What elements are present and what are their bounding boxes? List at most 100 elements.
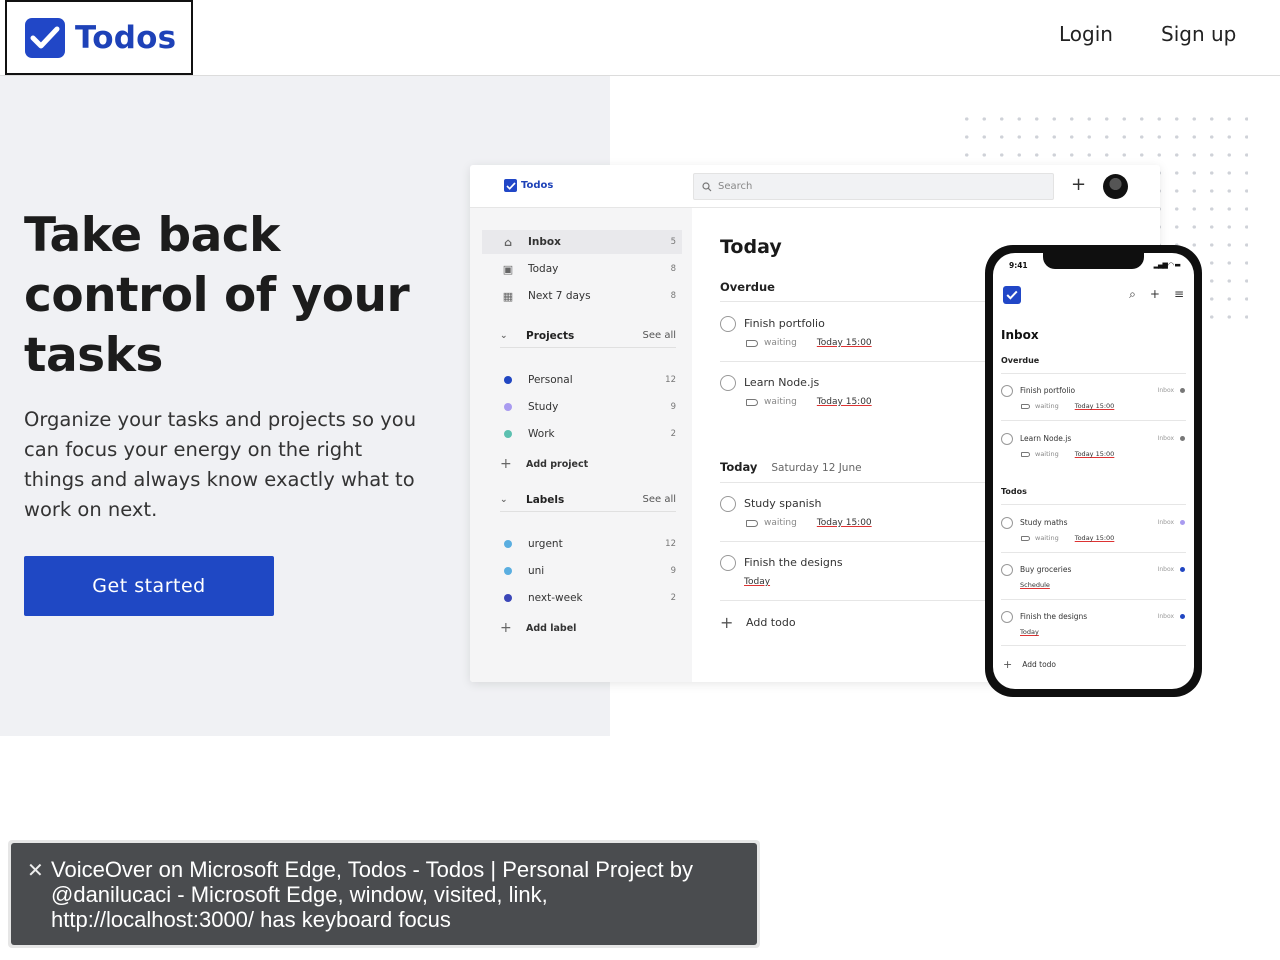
signal-battery-icon: ▂▄▆ ◠ ▬ (1153, 261, 1181, 269)
todo-due: Today 15:00 (816, 338, 872, 348)
todo-project: Inbox (1157, 613, 1174, 620)
sidebar-label-urgent: urgent 12 (482, 532, 682, 556)
get-started-button[interactable]: Get started (24, 556, 274, 616)
label-count: 2 (670, 593, 676, 603)
calendar-icon: ▦ (502, 289, 514, 303)
checkbox-logo-icon (1003, 286, 1021, 304)
sidebar-item-label: Today (528, 263, 559, 275)
todo-due: Today 15:00 (1074, 534, 1115, 542)
todo-label: waiting (764, 338, 797, 348)
projects-heading-label: Projects (526, 329, 575, 342)
mock-logo: Todos (504, 179, 553, 192)
label-count: 12 (665, 539, 676, 549)
login-link[interactable]: Login (1059, 22, 1113, 46)
phone-time: 9:41 (1009, 261, 1028, 270)
chevron-down-icon: ⌄ (500, 494, 508, 505)
add-project-label: Add project (526, 458, 589, 470)
mock-page-title: Today (720, 236, 782, 258)
mock-search-input: Search (693, 173, 1054, 200)
project-count: 2 (670, 429, 676, 439)
sidebar-project-personal: Personal 12 (482, 368, 682, 392)
add-todo: + Add todo (720, 613, 796, 632)
home-icon: ⌂ (504, 235, 512, 249)
labels-heading-label: Labels (526, 493, 565, 506)
todo-due: Schedule (1020, 581, 1050, 589)
todo-checkbox (1001, 611, 1013, 623)
todo-due: Today (1020, 628, 1039, 636)
hero-title: Take back control of your tasks (24, 208, 410, 383)
sidebar-label-uni: uni 9 (482, 559, 682, 583)
todo-title: Study spanish (744, 497, 822, 510)
label-tag-icon (746, 519, 758, 527)
sidebar-project-work: Work 2 (482, 422, 682, 446)
projects-heading: ⌄ Projects See all (500, 328, 676, 348)
voiceover-caption-panel: ✕ VoiceOver on Microsoft Edge, Todos - T… (8, 840, 760, 948)
todo-label: waiting (1035, 450, 1059, 458)
add-label: + Add label (500, 620, 576, 636)
todo-title: Learn Node.js (1020, 434, 1072, 443)
todo-project: Inbox (1157, 435, 1174, 442)
divider (1001, 599, 1186, 600)
overdue-heading: Overdue (720, 280, 775, 294)
voiceover-caption-text: VoiceOver on Microsoft Edge, Todos - Tod… (51, 857, 694, 932)
todo-project: Inbox (1157, 387, 1174, 394)
divider (1001, 645, 1186, 646)
avatar (1103, 174, 1128, 199)
todo-title: Finish portfolio (744, 317, 825, 330)
projects-see-all: See all (642, 330, 676, 341)
divider (1001, 373, 1186, 374)
project-label: Personal (528, 374, 573, 386)
todo-title: Finish portfolio (1020, 386, 1076, 395)
labels-heading: ⌄ Labels See all (500, 492, 676, 512)
sidebar-label-next-week: next-week 2 (482, 586, 682, 610)
add-project: + Add project (500, 456, 588, 472)
add-todo-label: Add todo (1022, 660, 1057, 669)
project-count: 9 (670, 402, 676, 412)
todo-title: Finish the designs (1020, 612, 1088, 621)
plus-icon: + (1149, 287, 1160, 301)
todo-checkbox (720, 496, 736, 512)
plus-icon: + (1071, 174, 1087, 195)
label-color-dot (504, 540, 512, 548)
signup-link[interactable]: Sign up (1161, 22, 1236, 46)
project-count: 12 (665, 375, 676, 385)
overdue-heading-label: Overdue (720, 280, 775, 294)
label-tag-icon (746, 398, 758, 406)
project-color-dot (1180, 436, 1185, 441)
todo-checkbox (720, 555, 736, 571)
today-heading: Today Saturday 12 June (720, 460, 862, 474)
todo-checkbox (1001, 385, 1013, 397)
todo-checkbox (720, 316, 736, 332)
sidebar-item-count: 5 (670, 237, 676, 247)
todo-label: waiting (1035, 534, 1059, 542)
todo-due: Today 15:00 (1074, 402, 1115, 410)
label-name: uni (528, 565, 545, 577)
todo-project: Inbox (1157, 519, 1174, 526)
todo-label: waiting (1035, 402, 1059, 410)
mock-sidebar: ⌂ Inbox 5 ▣ Today 8 ▦ Next 7 days 8 ⌄ Pr… (470, 208, 692, 682)
mock-logo-text: Todos (521, 180, 554, 191)
today-heading-label: Today (720, 460, 758, 474)
label-name: next-week (528, 592, 583, 604)
plus-icon: + (500, 620, 512, 636)
sidebar-item-count: 8 (670, 291, 676, 301)
plus-icon: + (720, 613, 734, 632)
site-header: Todos Login Sign up (0, 0, 1280, 76)
project-color-dot (1180, 520, 1185, 525)
todo-title: Finish the designs (744, 556, 843, 569)
label-tag-icon (1021, 535, 1030, 541)
todo-title: Learn Node.js (744, 376, 820, 389)
labels-see-all: See all (642, 494, 676, 505)
plus-icon: + (500, 456, 512, 472)
sidebar-item-inbox: ⌂ Inbox 5 (482, 230, 682, 254)
sidebar-item-count: 8 (670, 264, 676, 274)
close-icon[interactable]: ✕ (27, 860, 44, 880)
project-label: Work (528, 428, 555, 440)
chevron-down-icon: ⌄ (500, 330, 508, 341)
label-color-dot (504, 594, 512, 602)
logo-link[interactable]: Todos (5, 0, 193, 75)
project-color-dot (504, 430, 512, 438)
phone-page-title: Inbox (1001, 328, 1039, 342)
todo-project: Inbox (1157, 566, 1174, 573)
divider (1001, 552, 1186, 553)
